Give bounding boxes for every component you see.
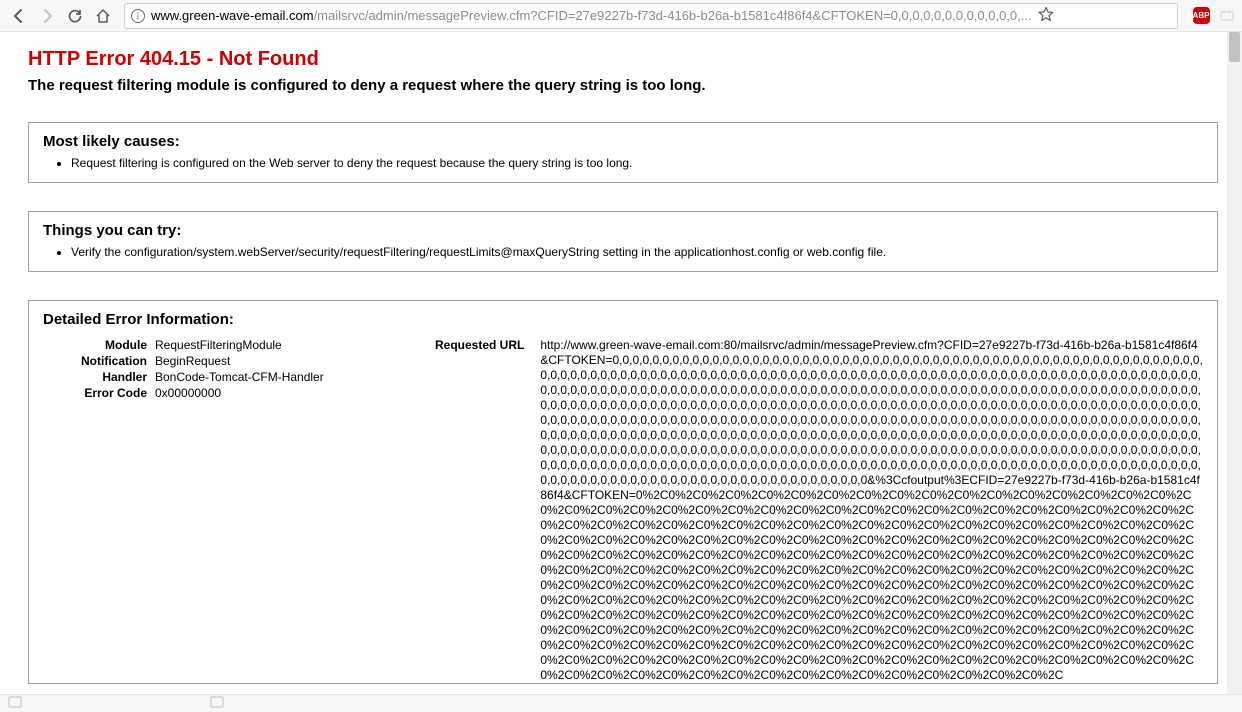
back-button[interactable] — [6, 3, 32, 29]
url-host: www.green-wave-email.com — [151, 8, 314, 23]
value-notification: BeginRequest — [155, 354, 335, 368]
error-subtitle: The request filtering module is configur… — [28, 77, 1218, 94]
adblock-plus-extension-icon[interactable]: ABP — [1192, 7, 1210, 25]
browser-toolbar: i www.green-wave-email.com/mailsrvc/admi… — [0, 0, 1242, 32]
page-content: HTTP Error 404.15 - Not Found The reques… — [0, 32, 1242, 688]
statusbar-icon[interactable] — [8, 696, 24, 710]
url-path: /mailsrvc/admin/messagePreview.cfm?CFID=… — [314, 8, 1032, 23]
site-info-icon[interactable]: i — [131, 9, 145, 23]
statusbar-icon[interactable] — [210, 696, 226, 710]
value-requested-url: http://www.green-wave-email.com:80/mails… — [540, 338, 1203, 683]
detail-right-table: Requested URL http://www.green-wave-emai… — [435, 338, 1203, 683]
home-button[interactable] — [90, 3, 116, 29]
detailed-error-panel: Detailed Error Information: ModuleReques… — [28, 300, 1218, 684]
scrollbar-thumb[interactable] — [1229, 32, 1240, 62]
detail-heading: Detailed Error Information: — [43, 311, 1203, 328]
vertical-scrollbar[interactable] — [1227, 32, 1242, 694]
bookmark-star-icon[interactable] — [1038, 6, 1054, 25]
reload-button[interactable] — [62, 3, 88, 29]
label-handler: Handler — [43, 370, 155, 384]
value-module: RequestFilteringModule — [155, 338, 335, 352]
address-bar[interactable]: i www.green-wave-email.com/mailsrvc/admi… — [124, 3, 1178, 29]
detail-left-table: ModuleRequestFilteringModule Notificatio… — [43, 338, 335, 402]
label-module: Module — [43, 338, 155, 352]
causes-heading: Most likely causes: — [43, 133, 1203, 150]
label-notification: Notification — [43, 354, 155, 368]
value-handler: BonCode-Tomcat-CFM-Handler — [155, 370, 335, 384]
try-item: Verify the configuration/system.webServe… — [71, 245, 1203, 259]
status-bar — [0, 694, 1242, 712]
browser-extension-icon[interactable] — [1218, 7, 1236, 25]
value-error-code: 0x00000000 — [155, 386, 335, 400]
label-requested-url: Requested URL — [435, 338, 540, 352]
things-you-can-try-panel: Things you can try: Verify the configura… — [28, 211, 1218, 272]
forward-button[interactable] — [34, 3, 60, 29]
try-heading: Things you can try: — [43, 222, 1203, 239]
most-likely-causes-panel: Most likely causes: Request filtering is… — [28, 122, 1218, 183]
causes-item: Request filtering is configured on the W… — [71, 156, 1203, 170]
label-error-code: Error Code — [43, 386, 155, 400]
error-title: HTTP Error 404.15 - Not Found — [28, 48, 1218, 71]
